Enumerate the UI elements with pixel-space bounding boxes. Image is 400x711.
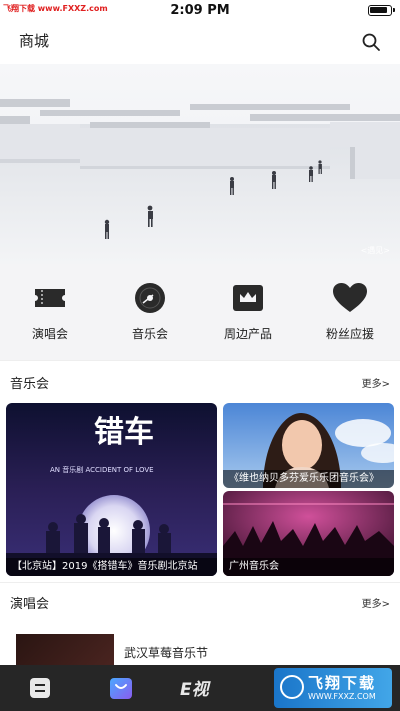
list-icon[interactable] — [28, 676, 52, 700]
status-bar: 飞翔下载 www.FXXZ.com 2:09 PM — [0, 0, 400, 22]
category-label: 周边产品 — [223, 327, 272, 341]
list-item[interactable]: 武汉草莓音乐节 — [0, 626, 400, 668]
category-music[interactable]: 音乐会 — [110, 281, 190, 342]
battery-icon — [368, 5, 395, 16]
category-bar: 演唱会 音乐会 周边产品 粉丝应援 — [0, 264, 400, 360]
ticket-icon — [35, 289, 65, 307]
concert-section-header: 演唱会 更多> — [0, 586, 400, 616]
watermark-main: 飞翔下载 — [308, 674, 377, 692]
watermark-badge: 飞翔下载 WWW.FXXZ.COM — [274, 668, 392, 708]
watermark-sub: WWW.FXXZ.COM — [308, 692, 376, 701]
music-card-small[interactable]: 广州音乐会 — [223, 491, 394, 576]
category-label: 音乐会 — [131, 327, 168, 341]
crown-card-icon — [233, 285, 263, 311]
category-concert[interactable]: 演唱会 — [10, 281, 90, 342]
card-caption: 广州音乐会 — [223, 558, 394, 576]
page-title: 商城 — [19, 32, 50, 50]
tab-bar: E视 飞翔下载 WWW.FXXZ.COM — [0, 665, 400, 711]
hero-banner[interactable]: <遇见> — [0, 64, 400, 264]
nav-bar: 商城 — [0, 22, 400, 62]
hero-image — [0, 64, 400, 264]
poster-subtitle: AN 音乐剧 ACCIDENT OF LOVE — [50, 466, 154, 474]
music-card-small[interactable]: 《维也纳贝多芬爱乐乐团音乐会》 — [223, 403, 394, 488]
vinyl-record-icon — [135, 283, 165, 313]
heart-icon — [333, 283, 367, 312]
search-icon[interactable] — [361, 32, 381, 52]
category-label: 粉丝应援 — [325, 327, 374, 341]
list-item-title: 武汉草莓音乐节 — [124, 646, 209, 660]
music-section-header: 音乐会 更多> — [0, 366, 400, 396]
section-title: 演唱会 — [10, 597, 50, 612]
shop-bag-icon[interactable] — [108, 675, 134, 701]
list-thumbnail — [16, 634, 114, 668]
logo-icon[interactable]: E视 — [180, 675, 209, 711]
status-time: 2:09 PM — [170, 3, 230, 18]
watermark-logo-icon — [280, 675, 304, 699]
hero-credit: <遇见> — [360, 246, 390, 255]
category-merch[interactable]: 周边产品 — [208, 281, 288, 342]
section-title: 音乐会 — [10, 377, 50, 392]
poster-title: 错车 — [94, 415, 154, 450]
category-fans[interactable]: 粉丝应援 — [310, 281, 390, 342]
more-link[interactable]: 更多> — [362, 595, 390, 610]
divider — [0, 360, 400, 361]
category-label: 演唱会 — [31, 327, 68, 341]
music-card-large[interactable]: 错车 AN 音乐剧 ACCIDENT OF LOVE 【北京站】2019《搭错车… — [6, 403, 217, 576]
more-link[interactable]: 更多> — [362, 375, 390, 390]
card-caption: 【北京站】2019《搭错车》音乐剧北京站 — [6, 558, 217, 576]
card-caption: 《维也纳贝多芬爱乐乐团音乐会》 — [223, 470, 394, 488]
divider — [0, 582, 400, 583]
